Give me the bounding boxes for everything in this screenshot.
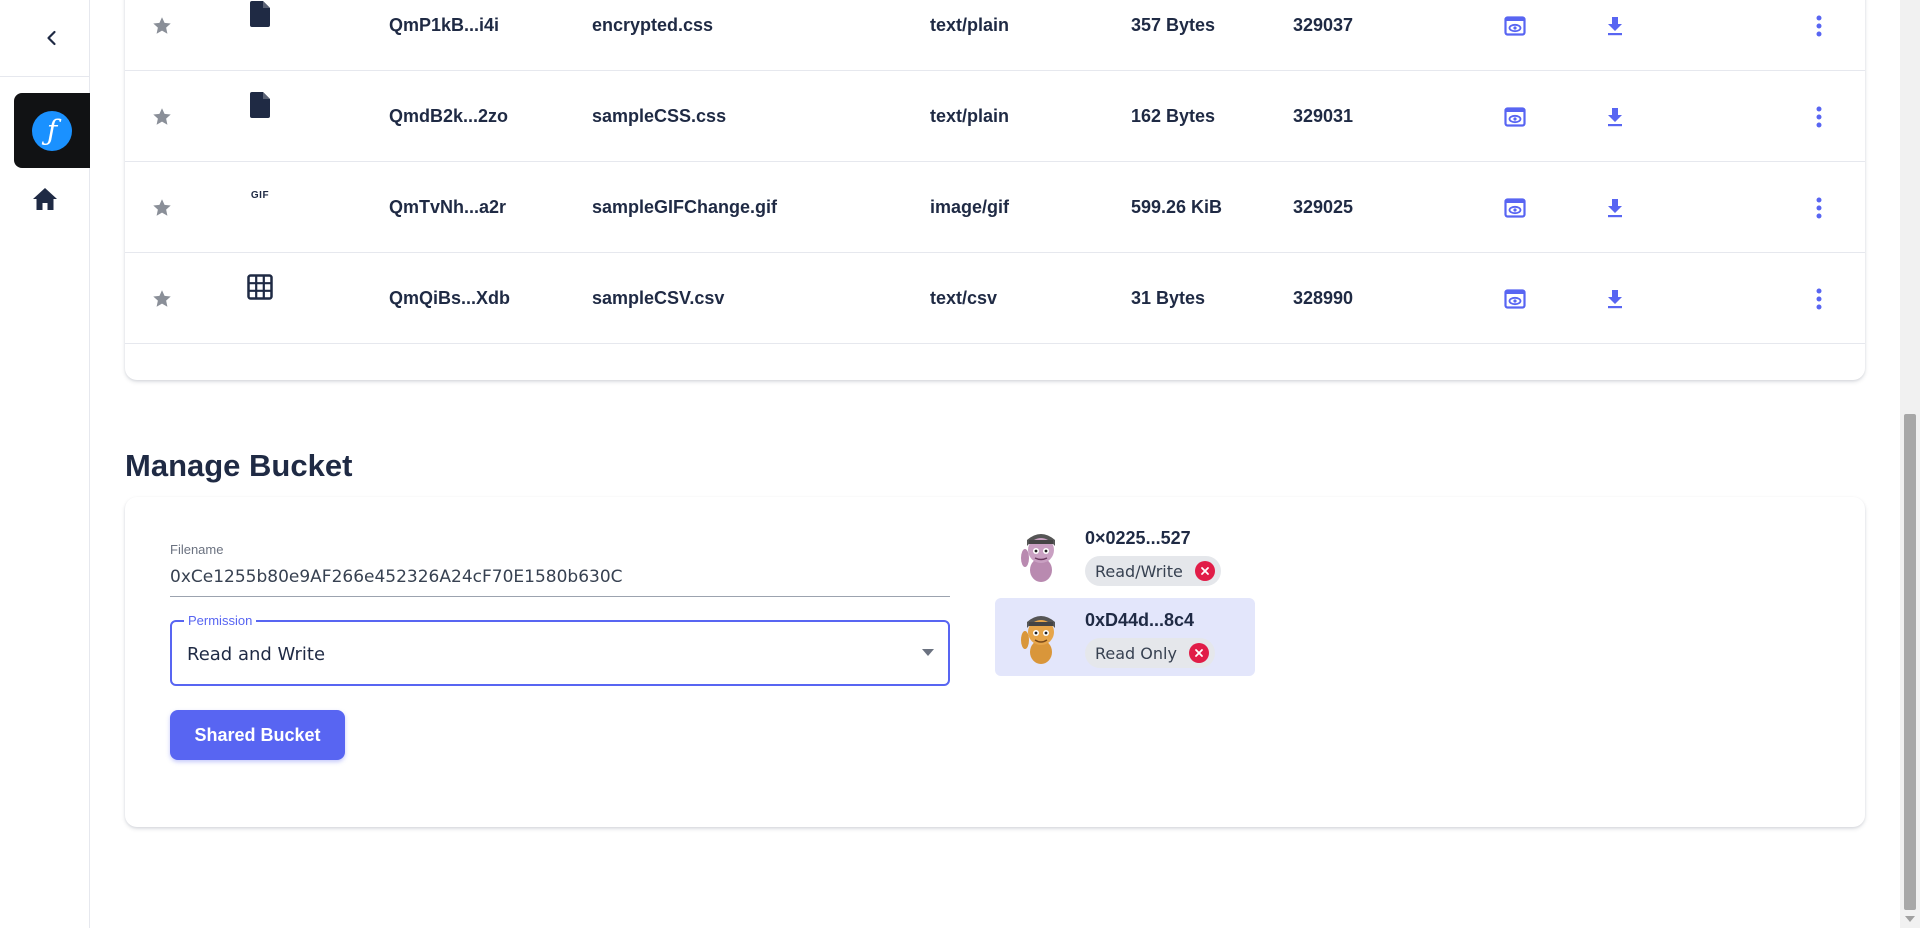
chevron-left-icon[interactable] [36,22,68,54]
file-mime: image/gif [930,197,1010,217]
file-id: 328990 [1293,288,1354,308]
more-vertical-icon[interactable] [1807,162,1831,253]
home-icon[interactable] [30,184,60,214]
download-icon[interactable] [1601,0,1629,71]
file-size: 357 Bytes [1131,15,1216,35]
caret-down-icon [922,649,934,656]
member-address: 0×0225...527 [1085,528,1191,548]
avatar [1011,610,1067,666]
file-icon [243,0,277,59]
preview-icon[interactable] [1501,0,1529,71]
preview-icon[interactable] [1501,253,1529,344]
sidebar-divider [0,76,90,77]
permission-value: Read and Write [187,644,326,665]
more-vertical-icon[interactable] [1807,253,1831,344]
member-address: 0xD44d...8c4 [1085,610,1195,630]
table-row[interactable]: QmQiBs...Xdb sampleCSV.csv text/csv 31 B… [125,253,1865,344]
sidebar: ƒ [0,0,90,928]
preview-icon[interactable] [1501,71,1529,162]
file-id: 329031 [1293,106,1354,126]
filename-field[interactable]: 0xCe1255b80e9AF266e452326A24cF70E1580b63… [170,567,950,597]
scrollbar[interactable] [1900,0,1920,928]
more-vertical-icon[interactable] [1807,0,1831,71]
file-size: 31 Bytes [1131,288,1206,308]
star-icon[interactable] [147,71,177,162]
file-name: sampleCSV.csv [592,288,725,308]
file-cid: QmQiBs...Xdb [389,288,511,308]
files-table: QmP1kB...i4i encrypted.css text/plain 35… [125,0,1865,380]
file-cid: QmdB2k...2zo [389,106,509,126]
file-icon [243,59,277,150]
role-chip: Read Only [1085,638,1215,668]
file-name: encrypted.css [592,15,714,35]
file-cid: QmP1kB...i4i [389,15,500,35]
file-size: 599.26 KiB [1131,197,1223,217]
gif-icon: GIF [243,150,277,241]
star-icon[interactable] [147,253,177,344]
download-icon[interactable] [1601,71,1629,162]
scrollbar-thumb[interactable] [1904,414,1916,910]
member-item[interactable]: 0×0225...527 Read/Write [995,516,1255,594]
logo-glyph: ƒ [46,114,58,147]
manage-bucket-card: Filename 0xCe1255b80e9AF266e452326A24cF7… [125,497,1865,827]
file-mime: text/csv [930,288,998,308]
file-name: sampleCSS.css [592,106,727,126]
file-name: sampleGIFChange.gif [592,197,778,217]
file-mime: text/plain [930,15,1010,35]
permission-label: Permission [184,613,257,628]
remove-icon[interactable] [1188,643,1209,663]
file-id: 329037 [1293,15,1354,35]
preview-icon[interactable] [1501,162,1529,253]
table-grid-icon [243,241,277,332]
gif-icon-label: GIF [250,190,270,201]
role-chip: Read/Write [1085,556,1221,586]
filename-label: Filename [170,542,224,557]
remove-icon[interactable] [1194,561,1215,581]
table-row[interactable]: GIF QmTvNh...a2r sampleGIFChange.gif ima… [125,162,1865,253]
more-vertical-icon[interactable] [1807,71,1831,162]
file-size: 162 Bytes [1131,106,1216,126]
section-title: Manage Bucket [125,448,353,483]
file-mime: text/plain [930,106,1010,126]
download-icon[interactable] [1601,253,1629,344]
table-row[interactable]: QmP1kB...i4i encrypted.css text/plain 35… [125,0,1865,71]
file-id: 329025 [1293,197,1354,217]
permission-select[interactable]: Permission Read and Write [170,613,950,686]
shared-bucket-button[interactable]: Shared Bucket [170,710,345,760]
star-icon[interactable] [147,0,177,71]
file-cid: QmTvNh...a2r [389,197,507,217]
avatar [1011,528,1067,584]
role-label: Read Only [1095,643,1177,663]
sidebar-item-app[interactable]: ƒ [14,93,90,168]
member-item[interactable]: 0xD44d...8c4 Read Only [995,598,1255,676]
scroll-down-icon[interactable] [1905,916,1915,922]
filecoin-logo-icon: ƒ [32,110,72,151]
star-icon[interactable] [147,162,177,253]
download-icon[interactable] [1601,162,1629,253]
table-row[interactable]: QmdB2k...2zo sampleCSS.css text/plain 16… [125,71,1865,162]
role-label: Read/Write [1095,561,1183,581]
